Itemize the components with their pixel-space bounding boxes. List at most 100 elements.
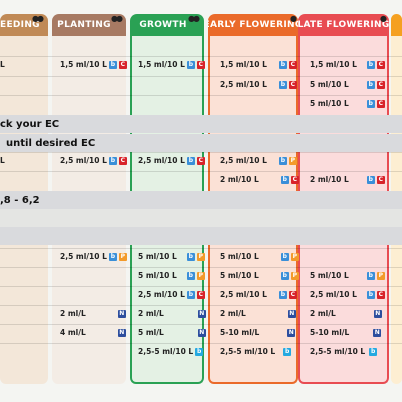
band-until-ec-text: until desired EC [6, 137, 96, 149]
cell-text: 2 ml/L [60, 309, 86, 318]
c-icon: C [288, 290, 297, 299]
n-icon: N [197, 328, 206, 337]
r4-plant: 2,5 ml/10 LbC [60, 156, 127, 165]
row-divider [0, 248, 402, 249]
bottle-icon: b [280, 252, 289, 261]
cell-text: 1,5 ml/10 L [138, 60, 185, 69]
row-divider [0, 152, 402, 153]
r8-late: 2,5 ml/10 L bC [310, 290, 385, 299]
r9-early: 2 ml/L N [220, 309, 296, 318]
c-icon: C [376, 290, 385, 299]
r7-growth: 5 ml/10 L bP [138, 271, 205, 280]
n-icon: N [117, 309, 126, 318]
c-icon: C [376, 60, 385, 69]
row-divider [0, 76, 402, 77]
r9-growth: 2 ml/L N [138, 309, 206, 318]
bottle-icon: b [278, 80, 287, 89]
bottle-icon: b [280, 175, 289, 184]
r10-early: 5-10 ml/L N [220, 328, 296, 337]
cell-text: 2,5 ml/10 L [220, 80, 267, 89]
cell-text: 5 ml/10 L [310, 271, 349, 280]
r9-late: 2 ml/L N [310, 309, 382, 318]
p-icon: P [288, 156, 297, 165]
bottle-icon: b [108, 60, 117, 69]
cell-text: 1,5 ml/10 L [220, 60, 267, 69]
r6-early: 5 ml/10 L bP [220, 252, 299, 261]
c-icon: C [196, 60, 205, 69]
bottle-icon: b [366, 290, 375, 299]
cell-text: 1,5 ml/10 L [60, 60, 107, 69]
band-ph-text: ,8 - 6,2 [0, 194, 40, 206]
feeding-droplet-icon: ●● [32, 14, 44, 23]
planting-droplet-icon: ●● [111, 14, 123, 23]
cell-text: 2 ml/10 L [310, 175, 349, 184]
cell-text: 5 ml/10 L [220, 271, 259, 280]
p-icon: P [290, 271, 299, 280]
drop-icon: b [369, 347, 378, 356]
c-icon: C [290, 175, 299, 184]
bottle-icon: b [186, 271, 195, 280]
n-icon: N [197, 309, 206, 318]
c-icon: C [118, 60, 127, 69]
cell-text: 5 ml/10 L [310, 80, 349, 89]
r1-plant: 1,5 ml/10 LbC [60, 60, 127, 69]
r10-plant: 4 ml/L N [60, 328, 126, 337]
p-icon: P [290, 252, 299, 261]
r7-late: 5 ml/10 L bP [310, 271, 385, 280]
drop-icon: b [283, 347, 292, 356]
growth-droplet-icon: ●● [188, 14, 200, 23]
bottle-icon: b [108, 156, 117, 165]
row-divider [0, 286, 402, 287]
cell-text: 2,5 ml/10 L [138, 156, 185, 165]
bottle-icon: b [366, 271, 375, 280]
r3-late: 5 ml/10 L bC [310, 99, 385, 108]
bottle-icon: b [186, 60, 195, 69]
bottle-icon: b [366, 80, 375, 89]
cell-text: 2 ml/L [138, 309, 164, 318]
r7-early: 5 ml/10 L bP [220, 271, 299, 280]
row-divider [0, 56, 402, 57]
band-ph: ,8 - 6,2 [0, 191, 402, 209]
blank-row [0, 209, 402, 227]
r11-growth: 2,5-5 ml/10 Lb [138, 347, 204, 356]
bottle-icon: b [278, 156, 287, 165]
cell-text: 2,5 ml/10 L [220, 156, 267, 165]
bottle-icon: b [366, 175, 375, 184]
n-icon: N [287, 309, 296, 318]
r8-growth: 2,5 ml/10 LbC [138, 290, 205, 299]
bottle-icon: b [278, 60, 287, 69]
cell-text: 5 ml/L [138, 328, 164, 337]
c-icon: C [196, 290, 205, 299]
row-divider [0, 305, 402, 306]
cell-text: 2,5-5 ml/10 L [138, 347, 194, 356]
r1-growth: 1,5 ml/10 LbC [138, 60, 205, 69]
r8-early: 2,5 ml/10 L bC [220, 290, 297, 299]
cell-text: 5 ml/10 L [220, 252, 259, 261]
bottle-icon: b [366, 99, 375, 108]
cell-text: 2,5-5 ml/10 L [310, 347, 366, 356]
cell-text: 2,5 ml/10 L [310, 290, 357, 299]
cell-text: 1,5 ml/10 L [310, 60, 357, 69]
cell-text: 2,5 ml/10 L [138, 290, 185, 299]
header-late-flowering: LATE FLOWERING [298, 14, 389, 36]
cell-text: 5-10 ml/L [310, 328, 350, 337]
r2-early: 2,5 ml/10 L bC [220, 80, 297, 89]
cell-text: 2,5 ml/10 L [220, 290, 267, 299]
r11-late: 2,5-5 ml/10 Lb [310, 347, 378, 356]
cell-text: L [0, 156, 5, 165]
r1-feed: L [0, 60, 5, 69]
header-planting-label: PLANTING [57, 20, 111, 30]
c-icon: C [376, 80, 385, 89]
cell-text: 5 ml/10 L [138, 252, 177, 261]
r11-early: 2,5-5 ml/10 L b [220, 347, 292, 356]
bottle-icon: b [366, 60, 375, 69]
n-icon: N [373, 309, 382, 318]
n-icon: N [117, 328, 126, 337]
r4-feed: L [0, 156, 5, 165]
band-until-ec: until desired EC [0, 134, 402, 152]
c-icon: C [376, 99, 385, 108]
r4-growth: 2,5 ml/10 LbC [138, 156, 205, 165]
cell-text: L [0, 60, 5, 69]
r4-early: 2,5 ml/10 L bP [220, 156, 297, 165]
header-early-label: EARLY FLOWERING [208, 20, 298, 30]
